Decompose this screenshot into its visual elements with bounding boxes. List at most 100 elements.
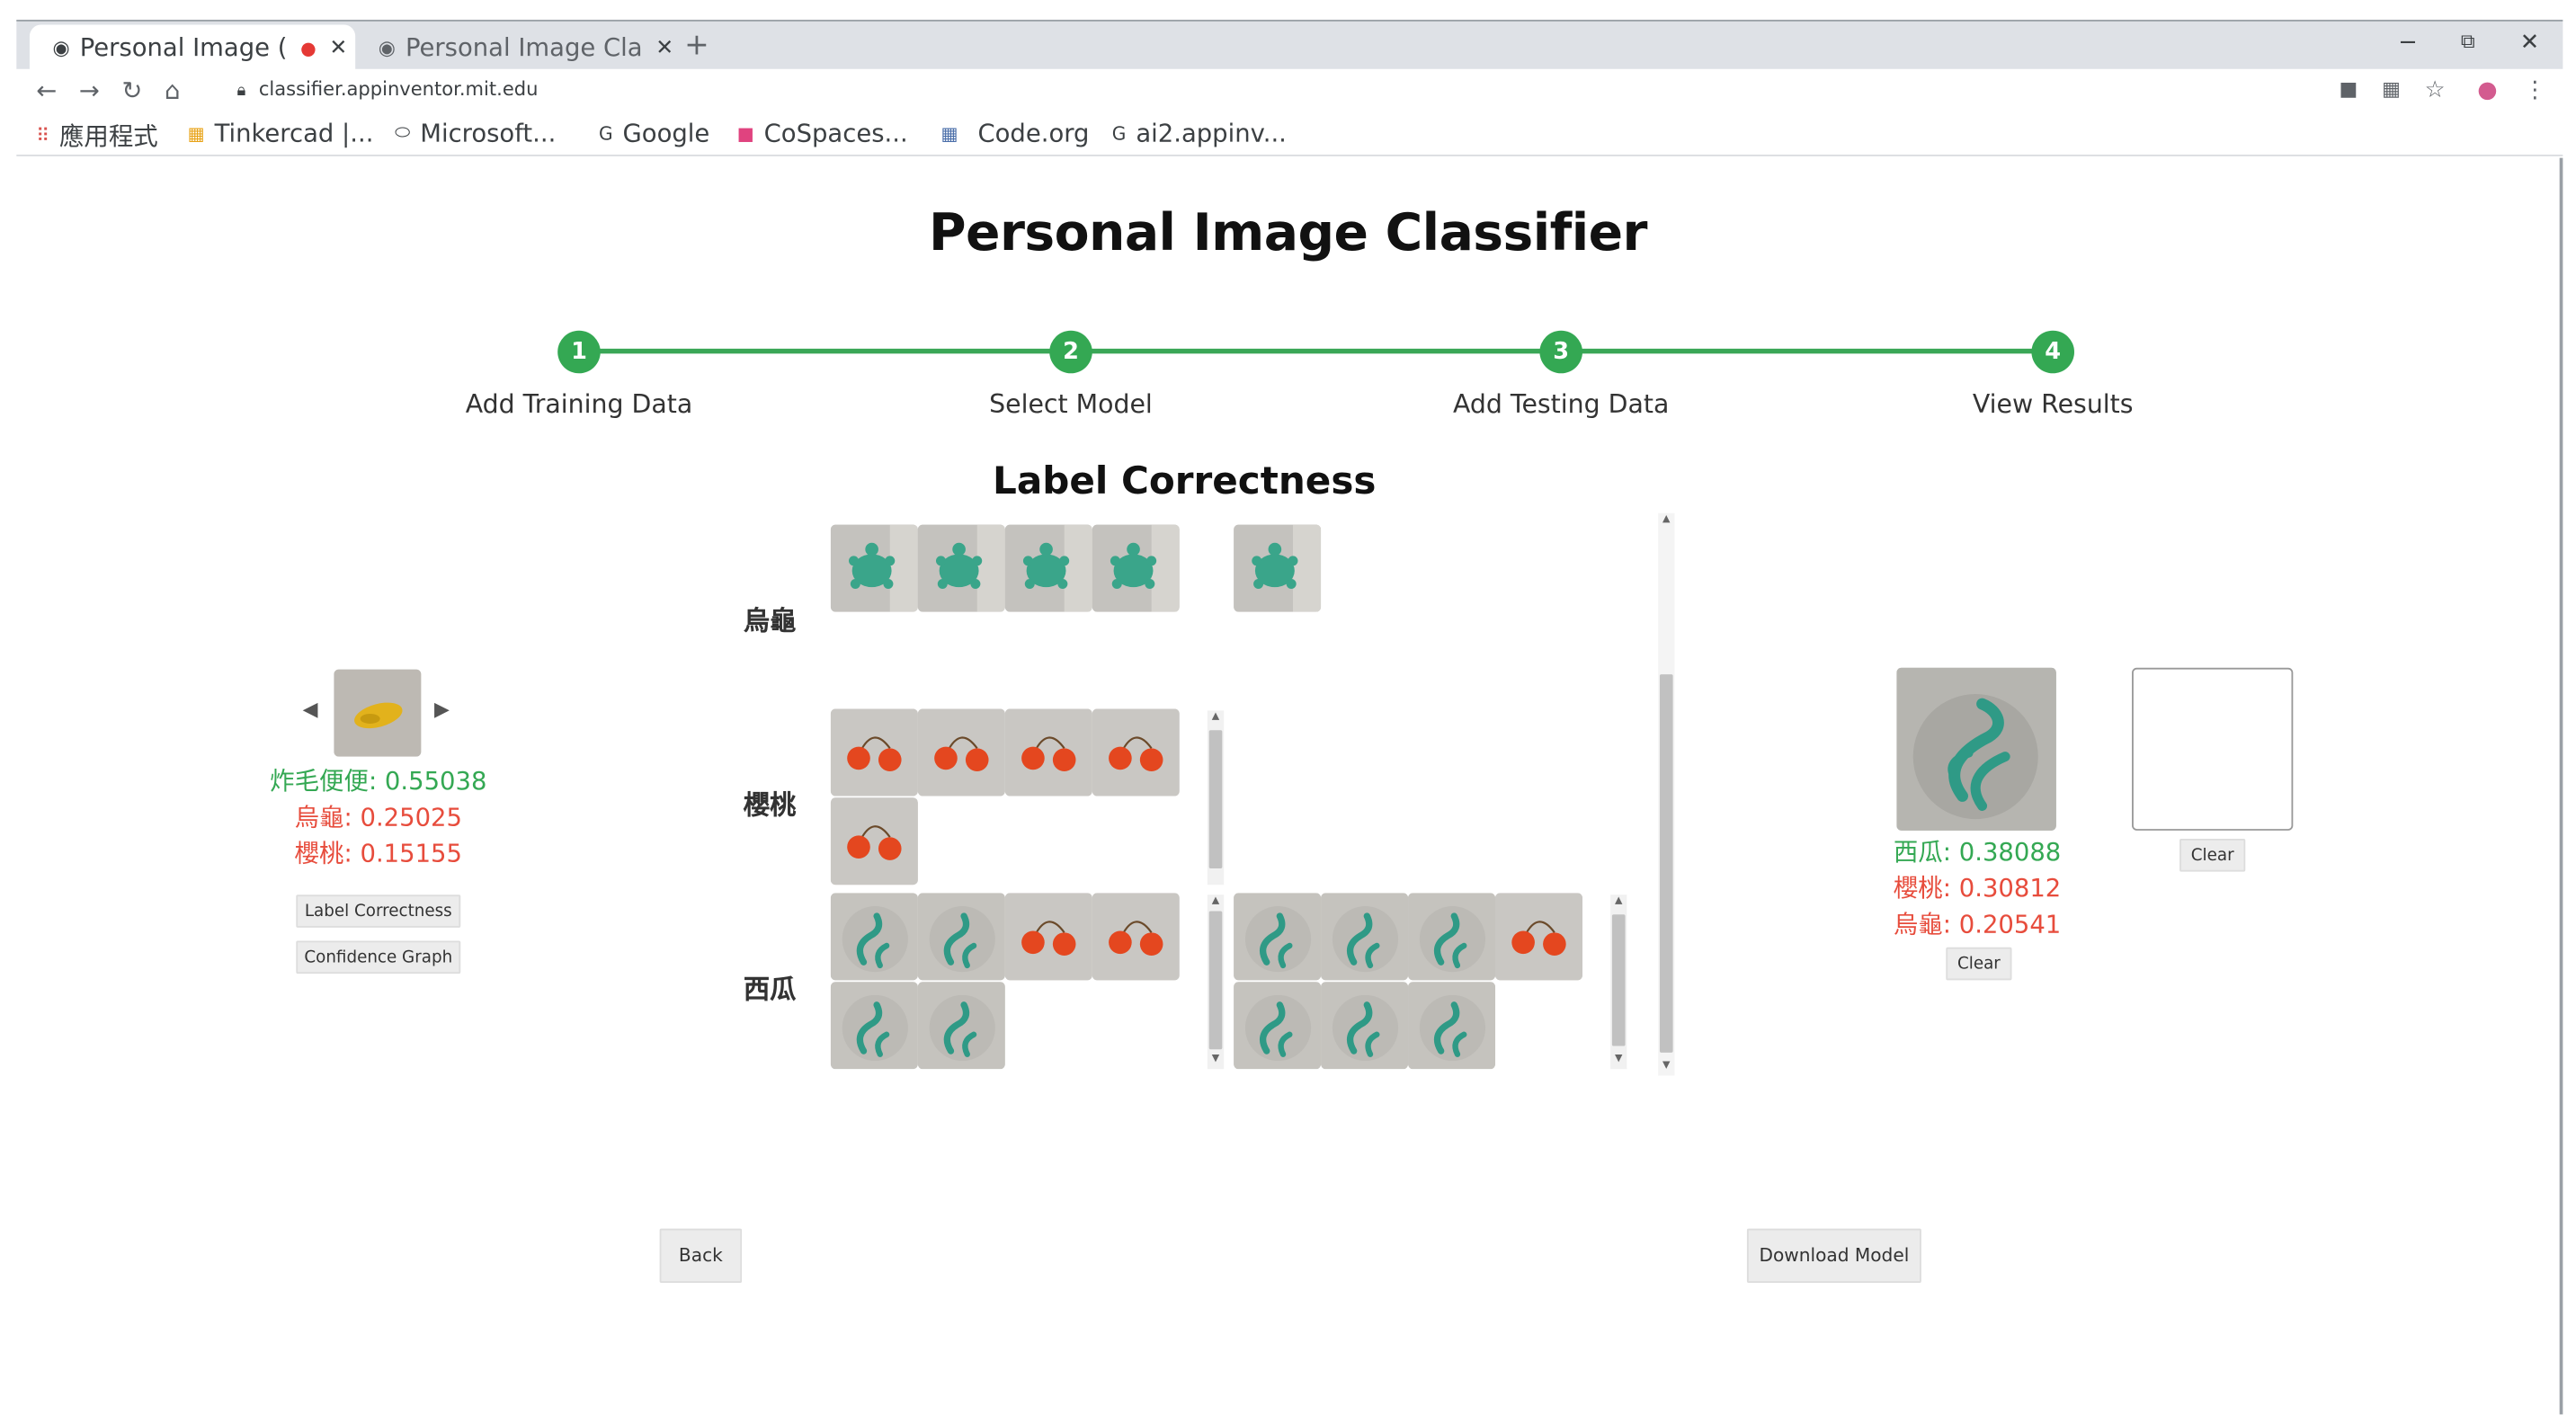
cherry-thumbnail-predicted[interactable] [1004,893,1092,981]
cherry-list-scrollbar[interactable]: ▲ [1207,710,1225,885]
cherry-thumbnail-predicted[interactable] [830,797,918,885]
bookmark-ai2-appinventor[interactable]: Gai2.appinv... [1112,119,1287,148]
url-field[interactable]: 🔒︎ classifier.appinventor.mit.edu [236,77,538,101]
step-2-indicator[interactable]: 2 [1049,330,1092,374]
home-icon[interactable]: ⌂ [165,76,180,105]
step-3-indicator[interactable]: 3 [1539,330,1582,374]
screen: ◉ Personal Image ( ● ✕ ◉ Personal Image … [0,0,2576,1415]
watermelon-thumbnail-other[interactable] [1408,982,1496,1070]
minimize-button[interactable]: − [2398,30,2417,56]
label-correctness-button[interactable]: Label Correctness [296,894,461,928]
scroll-up-icon[interactable]: ▲ [1658,513,1674,527]
cherry-thumbnail-predicted[interactable] [830,708,918,796]
globe-icon: ◉ [52,36,70,59]
tab-personal-image-classifier-active[interactable]: ◉ Personal Image ( ● ✕ [29,24,356,71]
turtle-thumbnail-predicted[interactable] [1004,524,1092,612]
section-title: Label Correctness [993,460,1377,503]
watermelon-thumbnail-predicted[interactable] [917,893,1005,981]
turtle-thumbnail-predicted[interactable] [1092,524,1180,612]
scrollbar-thumb[interactable] [1659,674,1673,1053]
scroll-up-icon[interactable]: ▲ [1208,894,1224,908]
google-icon: G [1111,122,1127,145]
bookmark-codeorg[interactable]: ▦ Code.org [940,119,1089,148]
turtle-thumbnail-predicted[interactable] [917,524,1005,612]
confidence-label: 西瓜 [1893,837,1943,868]
watermelon-left-scrollbar[interactable]: ▲ ▼ [1207,894,1225,1070]
tab-personal-image-classifier[interactable]: ◉ Personal Image Cla ✕ [355,24,678,70]
scroll-down-icon[interactable]: ▼ [1208,1053,1224,1066]
new-tab-button[interactable]: + [684,28,709,62]
bookmark-label: Code.org [977,118,1090,148]
next-image-button[interactable]: ▶ [434,698,450,721]
watermelon-image [1321,982,1409,1070]
watermelon-thumbnail-predicted[interactable] [917,982,1005,1070]
cherry-image [830,708,918,796]
clear-test-image-button[interactable]: Clear [1946,947,2012,981]
watermelon-image [1321,893,1409,981]
watermelon-thumbnail-other[interactable] [1234,982,1322,1070]
translate-icon[interactable]: ▦ [2382,77,2401,101]
cherry-thumbnail-predicted[interactable] [917,708,1005,796]
confidence-line-1: 炸毛便便: 0.55038 [270,766,487,796]
previous-image-button[interactable]: ◀ [303,698,318,721]
confidence-value: 0.30812 [1958,873,2062,903]
menu-kebab-icon[interactable]: ⋮ [2523,77,2546,103]
bookmark-label: Tinkercad |... [214,118,374,148]
bookmarks-bar: ⠿ 應用程式 ▦ Tinkercad |... ⬭ Microsoft... G Goo… [16,111,2563,156]
scrollbar-thumb[interactable] [1611,914,1626,1046]
confidence-graph-button[interactable]: Confidence Graph [296,940,461,974]
watermelon-image [1408,982,1496,1070]
bookmark-star-icon[interactable]: ☆ [2425,77,2446,103]
scroll-up-icon[interactable]: ▲ [1610,894,1627,908]
turtle-thumbnail-other[interactable] [1234,524,1322,612]
close-tab-icon[interactable]: ✕ [655,35,673,59]
profile-avatar-icon[interactable]: ● [2477,77,2497,103]
watermelon-thumbnail-other[interactable] [1408,893,1496,981]
camera-extension-icon[interactable]: ■ [2340,77,2358,101]
page-title: Personal Image Classifier [929,203,1647,263]
watermelon-thumbnail-other[interactable] [1321,893,1409,981]
watermelon-thumbnail-predicted[interactable] [830,893,918,981]
cherry-thumbnail-predicted[interactable] [1004,708,1092,796]
address-bar: ← → ↻ ⌂ 🔒︎ classifier.appinventor.mit.edu… [16,68,2563,112]
forward-arrow-icon[interactable]: → [79,76,100,105]
watermelon-thumbnail-other[interactable] [1234,893,1322,981]
scroll-down-icon[interactable]: ▼ [1658,1059,1674,1072]
empty-image-slot[interactable] [2132,667,2294,831]
confidence-line-3: 櫻桃: 0.15155 [294,839,462,868]
clear-empty-slot-button[interactable]: Clear [2179,839,2246,872]
cherry-thumbnail-predicted[interactable] [1092,708,1180,796]
scrollbar-thumb[interactable] [1208,911,1223,1050]
scrollbar-thumb[interactable] [1208,730,1223,868]
bookmark-label: ai2.appinv... [1136,118,1287,148]
scroll-up-icon[interactable]: ▲ [1208,710,1224,724]
microsoft-icon: ⬭ [395,121,411,144]
reload-icon[interactable]: ↻ [121,76,142,105]
turtle-thumbnail-predicted[interactable] [830,524,918,612]
cherry-thumbnail-predicted[interactable] [1092,893,1180,981]
confidence-label: 烏龜 [1893,909,1943,939]
back-arrow-icon[interactable]: ← [36,76,57,105]
step-4-indicator[interactable]: 4 [2031,330,2074,374]
restore-button[interactable]: ⧉ [2461,30,2475,54]
label-correctness-scrollbar[interactable]: ▲ ▼ [1658,512,1675,1076]
close-window-button[interactable]: ✕ [2520,30,2539,56]
watermelon-image [1896,667,2056,831]
watermelon-image [1234,893,1322,981]
bookmark-apps[interactable]: ⠿ 應用程式 [36,119,158,153]
back-button[interactable]: Back [659,1228,743,1284]
watermelon-thumbnail-predicted[interactable] [830,982,918,1070]
cherry-thumbnail-other[interactable] [1495,893,1582,981]
scroll-down-icon[interactable]: ▼ [1610,1053,1627,1066]
turtle-image [830,524,918,612]
close-tab-icon[interactable]: ✕ [329,35,347,59]
bookmark-label: CoSpaces... [763,118,908,148]
bookmark-microsoft[interactable]: ⬭ Microsoft... [395,119,556,148]
watermelon-thumbnail-other[interactable] [1321,982,1409,1070]
bookmark-cospaces[interactable]: ■ CoSpaces... [737,119,908,148]
download-model-button[interactable]: Download Model [1746,1228,1921,1284]
watermelon-right-scrollbar[interactable]: ▲ ▼ [1610,894,1627,1070]
step-1-indicator[interactable]: 1 [557,330,601,374]
bookmark-tinkercad[interactable]: ▦ Tinkercad |... [188,119,374,148]
bookmark-google[interactable]: G Google [599,119,709,148]
